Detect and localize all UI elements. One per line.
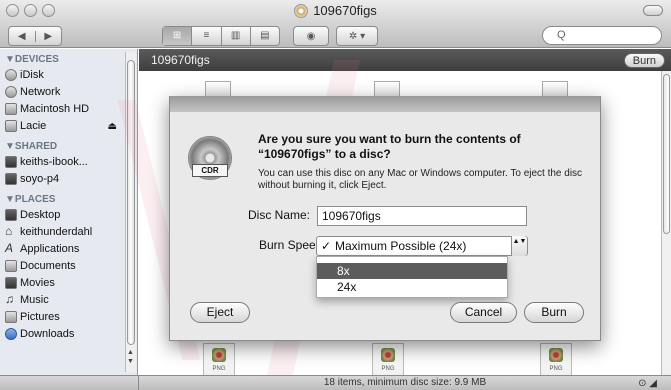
window-title-text: 109670figs [313, 3, 377, 18]
nav-buttons: ◀ ▶ [8, 26, 62, 46]
sidebar-item-label: Documents [20, 260, 76, 272]
sidebar-item-soyo-p4[interactable]: soyo-p4 [0, 171, 137, 188]
eject-button[interactable]: Eject [190, 302, 250, 323]
sidebar-scroll-thumb[interactable] [127, 60, 135, 345]
sidebar-item-pictures[interactable]: Pictures [0, 309, 137, 326]
applications-icon: A [5, 241, 14, 255]
menu-item-24x[interactable]: 24x [317, 279, 507, 295]
window-toolbar: 109670figs ◀ ▶ ⊞ ≡ ▥ ▤ ◉ ✲ ▾ Q [0, 0, 671, 48]
quicklook-button[interactable]: ◉ [293, 26, 329, 46]
sidebar-item-macintosh-hd[interactable]: Macintosh HD [0, 101, 137, 118]
forward-button[interactable]: ▶ [34, 30, 62, 42]
sidebar-item-movies[interactable]: Movies [0, 275, 137, 292]
sidebar-item-label: Applications [20, 243, 80, 255]
documents-icon [5, 260, 17, 272]
content-scroll-thumb[interactable] [663, 74, 670, 234]
sidebar-item-music[interactable]: ♫ Music [0, 292, 137, 309]
sidebar-item-label: Pictures [20, 311, 60, 323]
resize-handle-icon[interactable]: ⊙ ◢ [638, 377, 657, 390]
action-menu-button[interactable]: ✲ ▾ [336, 26, 378, 46]
computer-icon [5, 156, 17, 168]
idisk-icon [5, 69, 17, 81]
popup-arrows-icon: ▲▼ [511, 236, 527, 256]
sidebar-item-documents[interactable]: Documents [0, 258, 137, 275]
sidebar-item-label: keiths-ibook... [20, 156, 88, 168]
music-icon: ♫ [5, 292, 14, 306]
burn-speed-menu: 8x 24x [316, 256, 508, 298]
search-field[interactable]: Q [542, 26, 662, 45]
checkmark-icon: ✓ [321, 239, 332, 253]
view-buttons: ⊞ ≡ ▥ ▤ [162, 26, 280, 46]
folder-header: 109670figs Burn [139, 49, 671, 71]
sidebar-item-label: soyo-p4 [20, 173, 60, 185]
sidebar-item-downloads[interactable]: Downloads [0, 326, 137, 343]
home-icon: ⌂ [5, 224, 13, 238]
png-file-icon[interactable]: PNG [372, 343, 404, 377]
sidebar: ▼DEVICES iDisk Network Macintosh HD Laci… [0, 49, 138, 375]
downloads-icon [5, 328, 17, 340]
sidebar-item-applications[interactable]: A Applications [0, 241, 137, 258]
png-file-icon[interactable]: PNG [203, 343, 235, 377]
toolbar-toggle-button[interactable] [643, 5, 663, 16]
sidebar-footer [0, 375, 139, 390]
list-view-button[interactable]: ≡ [191, 27, 220, 45]
sidebar-item-label: Network [20, 86, 61, 98]
png-file-icon[interactable]: PNG [540, 343, 572, 377]
sidebar-item-label: iDisk [20, 69, 44, 81]
burn-speed-selected: Maximum Possible (24x) [335, 239, 467, 253]
sidebar-item-desktop[interactable]: Desktop [0, 207, 137, 224]
external-drive-icon [5, 120, 17, 132]
status-bar: 18 items, minimum disc size: 9.9 MB ⊙ ◢ [139, 375, 671, 390]
coverflow-view-button[interactable]: ▤ [249, 27, 279, 45]
dialog-message: You can use this disc on any Mac or Wind… [258, 168, 583, 191]
burn-folder-button[interactable]: Burn [623, 53, 665, 68]
hard-drive-icon [5, 103, 17, 115]
back-button[interactable]: ◀ [9, 31, 35, 42]
sidebar-section-places: ▼PLACES [5, 194, 56, 205]
column-view-button[interactable]: ▥ [220, 27, 250, 45]
dialog-headline: Are you sure you want to burn the conten… [258, 132, 521, 161]
cdr-label: CDR [192, 164, 228, 177]
sheet-header [170, 96, 600, 112]
sidebar-item-label: Music [20, 294, 49, 306]
sidebar-item-network[interactable]: Network [0, 84, 137, 101]
burn-speed-label: Burn Spee [259, 238, 316, 252]
disc-name-field[interactable]: 109670figs [317, 206, 527, 226]
cancel-button[interactable]: Cancel [450, 302, 517, 323]
sidebar-item-label: Desktop [20, 209, 61, 221]
burn-button[interactable]: Burn [524, 302, 584, 323]
search-icon: Q [557, 29, 566, 41]
computer-icon [5, 173, 17, 185]
status-text: 18 items, minimum disc size: 9.9 MB [323, 377, 487, 388]
sidebar-section-devices: ▼DEVICES [5, 54, 59, 65]
sidebar-item-keiths-ibook[interactable]: keiths-ibook... [0, 154, 137, 171]
sidebar-item-label: Movies [20, 277, 55, 289]
eject-icon[interactable]: ⏏ [108, 118, 117, 135]
folder-title: 109670figs [151, 53, 210, 67]
menu-item-8x[interactable]: 8x [317, 263, 507, 279]
desktop-icon [5, 209, 17, 221]
sidebar-item-label: keithunderdahl [20, 226, 93, 238]
network-icon [5, 86, 17, 98]
burn-speed-popup[interactable]: ✓ Maximum Possible (24x) ▲▼ [316, 236, 528, 256]
sidebar-item-label: Downloads [20, 328, 75, 340]
icon-view-button[interactable]: ⊞ [163, 27, 192, 45]
sidebar-item-lacie[interactable]: Lacie ⏏ [0, 118, 137, 135]
window-title: 109670figs [0, 3, 671, 18]
movies-icon [5, 277, 17, 289]
sidebar-item-home[interactable]: ⌂ keithunderdahl [0, 224, 137, 241]
sidebar-section-shared: ▼SHARED [5, 141, 58, 152]
disc-name-label: Disc Name: [248, 208, 311, 222]
sidebar-scroll-arrows-icon[interactable]: ▲ ▼ [127, 348, 134, 366]
burn-folder-icon [294, 3, 309, 18]
sidebar-item-idisk[interactable]: iDisk [0, 67, 137, 84]
sidebar-item-label: Lacie [20, 120, 47, 132]
burn-disc-dialog: CDR Are you sure you want to burn the co… [169, 96, 601, 341]
pictures-icon [5, 311, 17, 323]
sidebar-item-label: Macintosh HD [20, 103, 90, 115]
